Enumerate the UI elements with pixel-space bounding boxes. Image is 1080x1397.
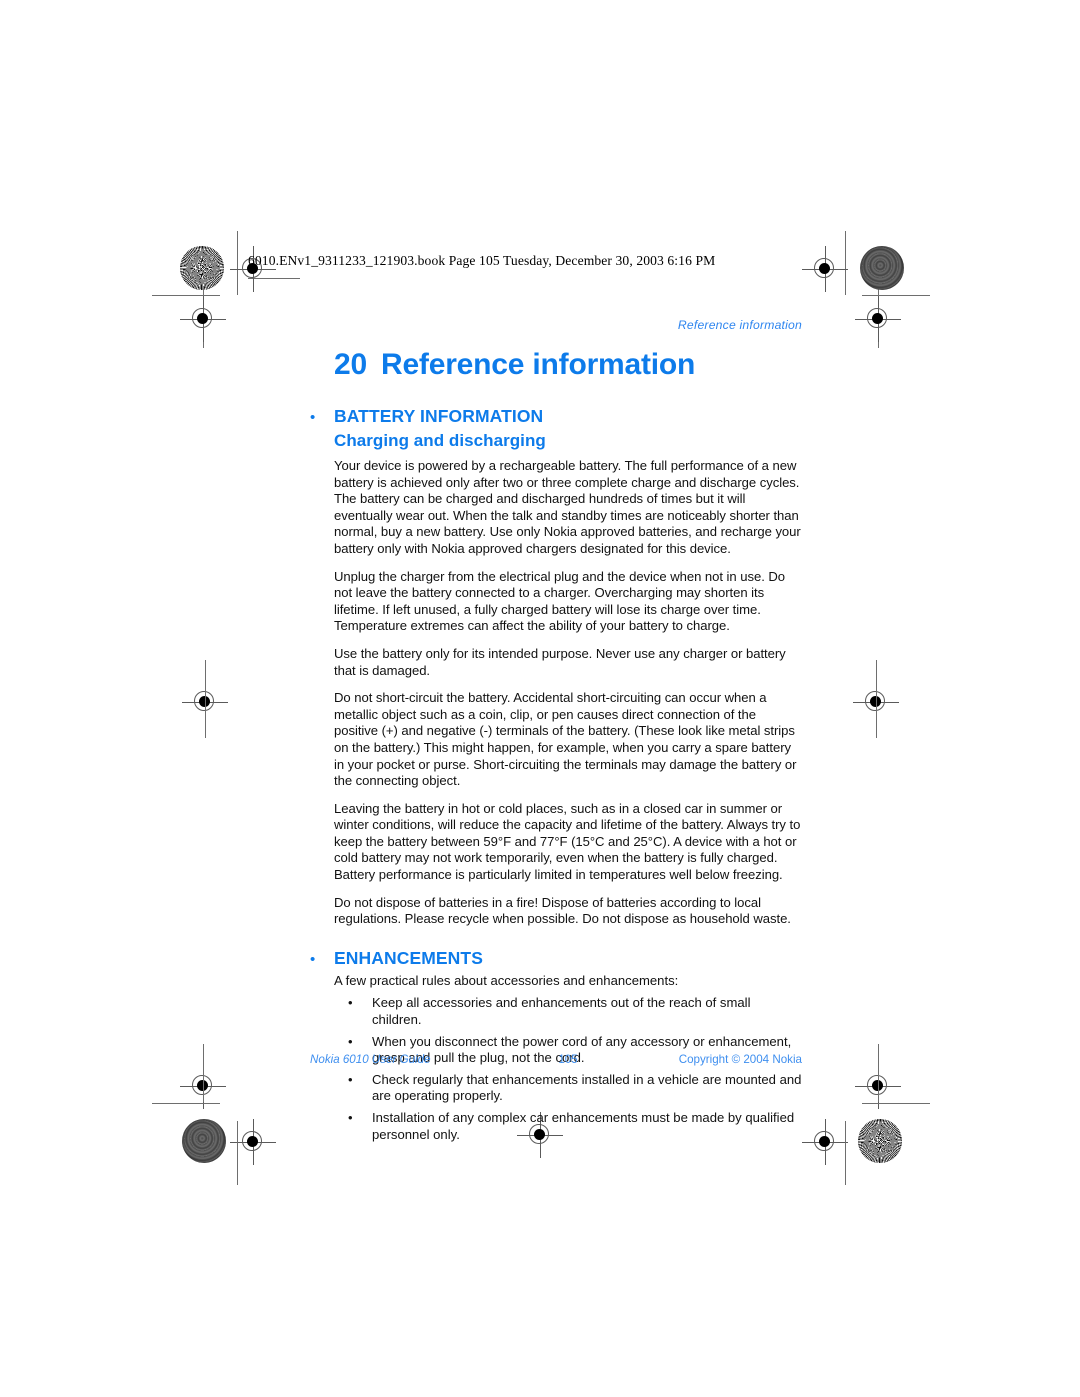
section-heading-label: ENHANCEMENTS xyxy=(334,947,483,968)
density-print-target xyxy=(182,1119,226,1163)
crop-rule xyxy=(237,231,238,295)
registration-mark xyxy=(853,679,899,725)
subsection-heading-charging-and-discharging: Charging and discharging xyxy=(334,431,546,450)
crop-rule xyxy=(203,1044,204,1102)
registration-mark xyxy=(802,1119,848,1165)
list-bullet-icon: • xyxy=(348,1071,353,1087)
starburst-print-target xyxy=(858,1119,902,1163)
crop-rule xyxy=(248,278,300,279)
list-bullet-icon: • xyxy=(348,1110,353,1125)
print-job-slug: 6010.ENv1_9311233_121903.book Page 105 T… xyxy=(248,253,716,268)
crop-rule xyxy=(152,1103,220,1104)
crop-rule xyxy=(152,295,220,296)
page-content: Reference information 20 Reference inform… xyxy=(310,318,802,1148)
registration-mark xyxy=(180,1063,226,1109)
list-item-label: Keep all accessories and enhancements ou… xyxy=(372,995,751,1028)
crop-rule xyxy=(878,1044,879,1102)
crop-rule xyxy=(203,286,204,348)
paragraph: Do not short-circuit the battery. Accide… xyxy=(334,690,797,789)
crop-rule xyxy=(862,1103,930,1104)
registration-mark xyxy=(802,246,848,292)
footer-copyright: Copyright © 2004 Nokia xyxy=(678,1053,802,1066)
section-heading-enhancements: • ENHANCEMENTS xyxy=(310,948,802,969)
list-bullet-icon: • xyxy=(348,1033,353,1049)
chapter-title-text: Reference information xyxy=(380,348,696,381)
heading-bullet-icon: • xyxy=(310,409,316,426)
chapter-number: 20 xyxy=(334,348,367,381)
footer-page-number: 105 xyxy=(558,1053,578,1066)
paragraph: Leaving the battery in hot or cold place… xyxy=(334,800,801,883)
starburst-print-target xyxy=(180,246,224,290)
paragraph: A few practical rules about accessories … xyxy=(334,972,679,988)
registration-mark xyxy=(182,679,228,725)
crop-rule xyxy=(845,1121,846,1185)
crop-rule xyxy=(878,286,879,348)
crop-rule xyxy=(237,1121,238,1185)
running-head: Reference information xyxy=(677,318,802,332)
enhancements-bullet-list: • Keep all accessories and enhancements … xyxy=(334,995,802,1143)
paragraph: Unplug the charger from the electrical p… xyxy=(334,568,786,634)
list-item: • Keep all accessories and enhancements … xyxy=(334,995,802,1028)
list-item-label: Check regularly that enhancements instal… xyxy=(372,1071,802,1104)
registration-mark xyxy=(855,1063,901,1109)
list-bullet-icon: • xyxy=(348,995,353,1011)
list-item: • Check regularly that enhancements inst… xyxy=(334,1072,802,1105)
registration-mark xyxy=(180,296,226,342)
battery-information-body: Your device is powered by a rechargeable… xyxy=(334,458,802,928)
footer-guide-title: Nokia 6010 User Guide xyxy=(310,1053,431,1066)
crop-rule xyxy=(876,660,877,738)
list-item: • Installation of any complex car enhanc… xyxy=(334,1110,802,1143)
crop-rule xyxy=(845,231,846,295)
heading-bullet-icon: • xyxy=(310,950,316,968)
paragraph: Do not dispose of batteries in a fire! D… xyxy=(334,894,791,927)
paragraph: Use the battery only for its intended pu… xyxy=(334,645,786,678)
section-heading-battery-information: • BATTERY INFORMATION xyxy=(310,406,802,427)
page-footer: Nokia 6010 User Guide 105 Copyright © 20… xyxy=(310,1053,802,1066)
density-print-target xyxy=(860,246,904,290)
section-heading-label: BATTERY INFORMATION xyxy=(334,406,544,426)
crop-rule xyxy=(862,295,930,296)
paragraph: Your device is powered by a rechargeable… xyxy=(334,458,801,556)
page-title: 20 Reference information xyxy=(334,348,802,382)
registration-mark xyxy=(855,296,901,342)
crop-rule xyxy=(205,660,206,738)
list-item-label: Installation of any complex car enhancem… xyxy=(372,1110,795,1142)
registration-mark xyxy=(230,1119,276,1165)
